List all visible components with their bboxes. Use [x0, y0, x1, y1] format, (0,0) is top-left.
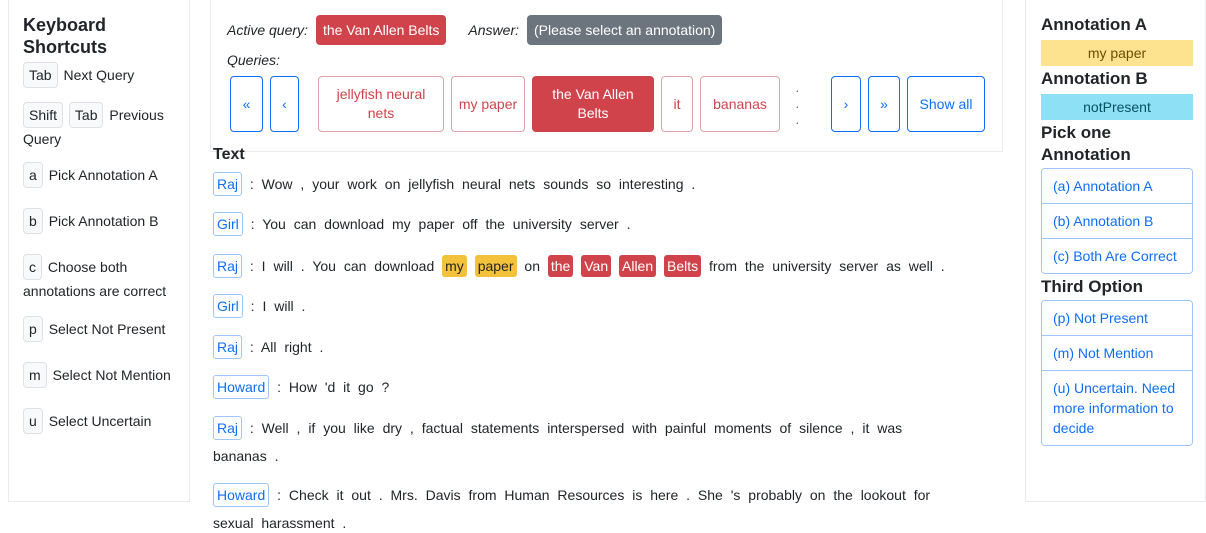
- annotation-b-value: notPresent: [1041, 94, 1193, 120]
- key-c: c: [23, 254, 42, 280]
- query-item-it[interactable]: it: [661, 76, 693, 132]
- previous-page-button[interactable]: ‹: [270, 76, 299, 132]
- utterance-text: : Well , if you like dry , factual state…: [249, 420, 903, 436]
- option-annotation-b[interactable]: (b) Annotation B: [1042, 203, 1192, 238]
- option-uncertain[interactable]: (u) Uncertain. Need more information to …: [1042, 370, 1192, 445]
- answer-badge: (Please select an annotation): [527, 15, 723, 45]
- mention-token-active-query[interactable]: Van: [581, 255, 612, 277]
- speaker-tag[interactable]: Raj: [213, 172, 243, 196]
- active-query-badge: the Van Allen Belts: [315, 15, 447, 45]
- shortcut-label: Pick Annotation B: [48, 213, 159, 229]
- query-item-bananas[interactable]: bananas: [700, 76, 780, 132]
- annotation-a-value: my paper: [1041, 40, 1193, 66]
- shortcut-not-present: p Select Not Present: [23, 316, 189, 342]
- speaker-tag[interactable]: Howard: [213, 375, 270, 399]
- mention-token-annotation-a[interactable]: my: [442, 255, 467, 277]
- shortcut-label: Next Query: [63, 67, 135, 83]
- answer-label: Answer:: [468, 22, 519, 38]
- key-u: u: [23, 408, 43, 434]
- mention-token-active-query[interactable]: Allen: [619, 255, 657, 277]
- mention-token-active-query[interactable]: Belts: [664, 255, 702, 277]
- key-a: a: [23, 162, 43, 188]
- dialogue-line: Girl : You can download my paper off the…: [213, 210, 973, 238]
- utterance-text: from the university server as well .: [709, 258, 945, 274]
- annotation-b-title: Annotation B: [1041, 69, 1148, 88]
- shortcut-label: Pick Annotation A: [48, 167, 158, 183]
- next-page-button[interactable]: ›: [831, 76, 861, 132]
- option-not-present[interactable]: (p) Not Present: [1042, 301, 1192, 335]
- shortcut-uncertain: u Select Uncertain: [23, 408, 189, 434]
- speaker-tag[interactable]: Raj: [213, 254, 243, 278]
- last-page-button[interactable]: »: [868, 76, 900, 132]
- third-option-options: (p) Not Present (m) Not Mention (u) Unce…: [1041, 300, 1193, 446]
- key-b: b: [23, 208, 43, 234]
- shortcut-not-mention: m Select Not Mention: [23, 362, 189, 388]
- option-annotation-a[interactable]: (a) Annotation A: [1042, 169, 1192, 203]
- speaker-tag[interactable]: Howard: [213, 483, 270, 507]
- query-item-my-paper[interactable]: my paper: [451, 76, 525, 132]
- key-shift: Shift: [23, 102, 64, 128]
- query-item-van-allen-belts[interactable]: the Van Allen Belts: [532, 76, 654, 132]
- dialogue-line: Howard : How 'd it go ?: [213, 373, 973, 401]
- key-m: m: [23, 362, 47, 388]
- annotation-a-title: Annotation A: [1041, 15, 1148, 34]
- pick-one-title: Pick one Annotation: [1041, 123, 1131, 164]
- utterance-text: : Check it out . Mrs. Davis from Human R…: [277, 487, 931, 503]
- shortcut-label: Select Not Mention: [52, 367, 171, 383]
- option-not-mention[interactable]: (m) Not Mention: [1042, 335, 1192, 370]
- shortcut-both-correct: c Choose both annotations are correct: [23, 254, 173, 302]
- mention-token-active-query[interactable]: the: [547, 255, 574, 277]
- utterance-text: : You can download my paper off the univ…: [250, 216, 631, 232]
- utterance-text: : I will . You can download: [249, 258, 435, 274]
- active-query-label: Active query:: [227, 22, 308, 38]
- dialogue-line: Raj : All right .: [213, 333, 973, 361]
- shortcut-next-query: Tab Next Query: [23, 62, 189, 88]
- speaker-tag[interactable]: Raj: [213, 335, 243, 359]
- active-query-row: Active query: the Van Allen Belts Answer…: [227, 14, 1002, 46]
- mention-token-annotation-a[interactable]: paper: [474, 255, 517, 277]
- speaker-tag[interactable]: Girl: [213, 212, 243, 236]
- keyboard-shortcuts-panel: Keyboard Shortcuts Tab Next Query Shift …: [8, 0, 190, 502]
- dialogue-line: Raj : Wow , your work on jellyfish neura…: [213, 170, 973, 198]
- query-item-jellyfish-neural-nets[interactable]: jellyfish neural nets: [318, 76, 444, 132]
- dialogue-line: Girl : I will .: [213, 292, 973, 320]
- first-page-button[interactable]: «: [230, 76, 263, 132]
- utterance-text: : I will .: [250, 298, 306, 314]
- shortcut-label: Select Not Present: [48, 321, 166, 337]
- dialogue-line: Raj : Well , if you like dry , factual s…: [213, 414, 973, 470]
- key-p: p: [23, 316, 43, 342]
- utterance-text: on: [524, 258, 540, 274]
- shortcut-pick-a: a Pick Annotation A: [23, 162, 189, 188]
- third-option-title: Third Option: [1041, 277, 1143, 296]
- option-both-correct[interactable]: (c) Both Are Correct: [1042, 238, 1192, 273]
- utterance-text: : All right .: [249, 339, 324, 355]
- annotation-panel: Annotation A my paper Annotation B notPr…: [1025, 0, 1206, 502]
- speaker-tag[interactable]: Raj: [213, 416, 243, 440]
- pick-one-options: (a) Annotation A (b) Annotation B (c) Bo…: [1041, 168, 1193, 274]
- text-section-title: Text: [213, 146, 245, 160]
- shortcut-label: Choose both annotations are correct: [23, 259, 167, 299]
- utterance-text-continued: bananas .: [213, 448, 279, 464]
- dialogue-line-active: Raj : I will . You can download my paper…: [213, 252, 973, 280]
- queries-label: Queries:: [227, 52, 280, 68]
- shortcut-pick-b: b Pick Annotation B: [23, 208, 189, 234]
- shortcut-label: Select Uncertain: [48, 413, 152, 429]
- shortcut-previous-query: Shift Tab Previous Query: [23, 102, 178, 150]
- utterance-text: : How 'd it go ?: [277, 379, 390, 395]
- utterance-text: : Wow , your work on jellyfish neural ne…: [249, 176, 696, 192]
- utterance-text-continued: sexual harassment .: [213, 515, 347, 531]
- key-tab: Tab: [23, 62, 58, 88]
- dialogue-line: Howard : Check it out . Mrs. Davis from …: [213, 481, 973, 533]
- show-all-button[interactable]: Show all: [907, 76, 985, 132]
- speaker-tag[interactable]: Girl: [213, 294, 243, 318]
- query-panel: Active query: the Van Allen Belts Answer…: [210, 0, 1003, 152]
- key-tab: Tab: [68, 102, 104, 128]
- shortcuts-title: Keyboard Shortcuts: [23, 15, 108, 57]
- pagination-ellipsis: · · ·: [795, 82, 802, 130]
